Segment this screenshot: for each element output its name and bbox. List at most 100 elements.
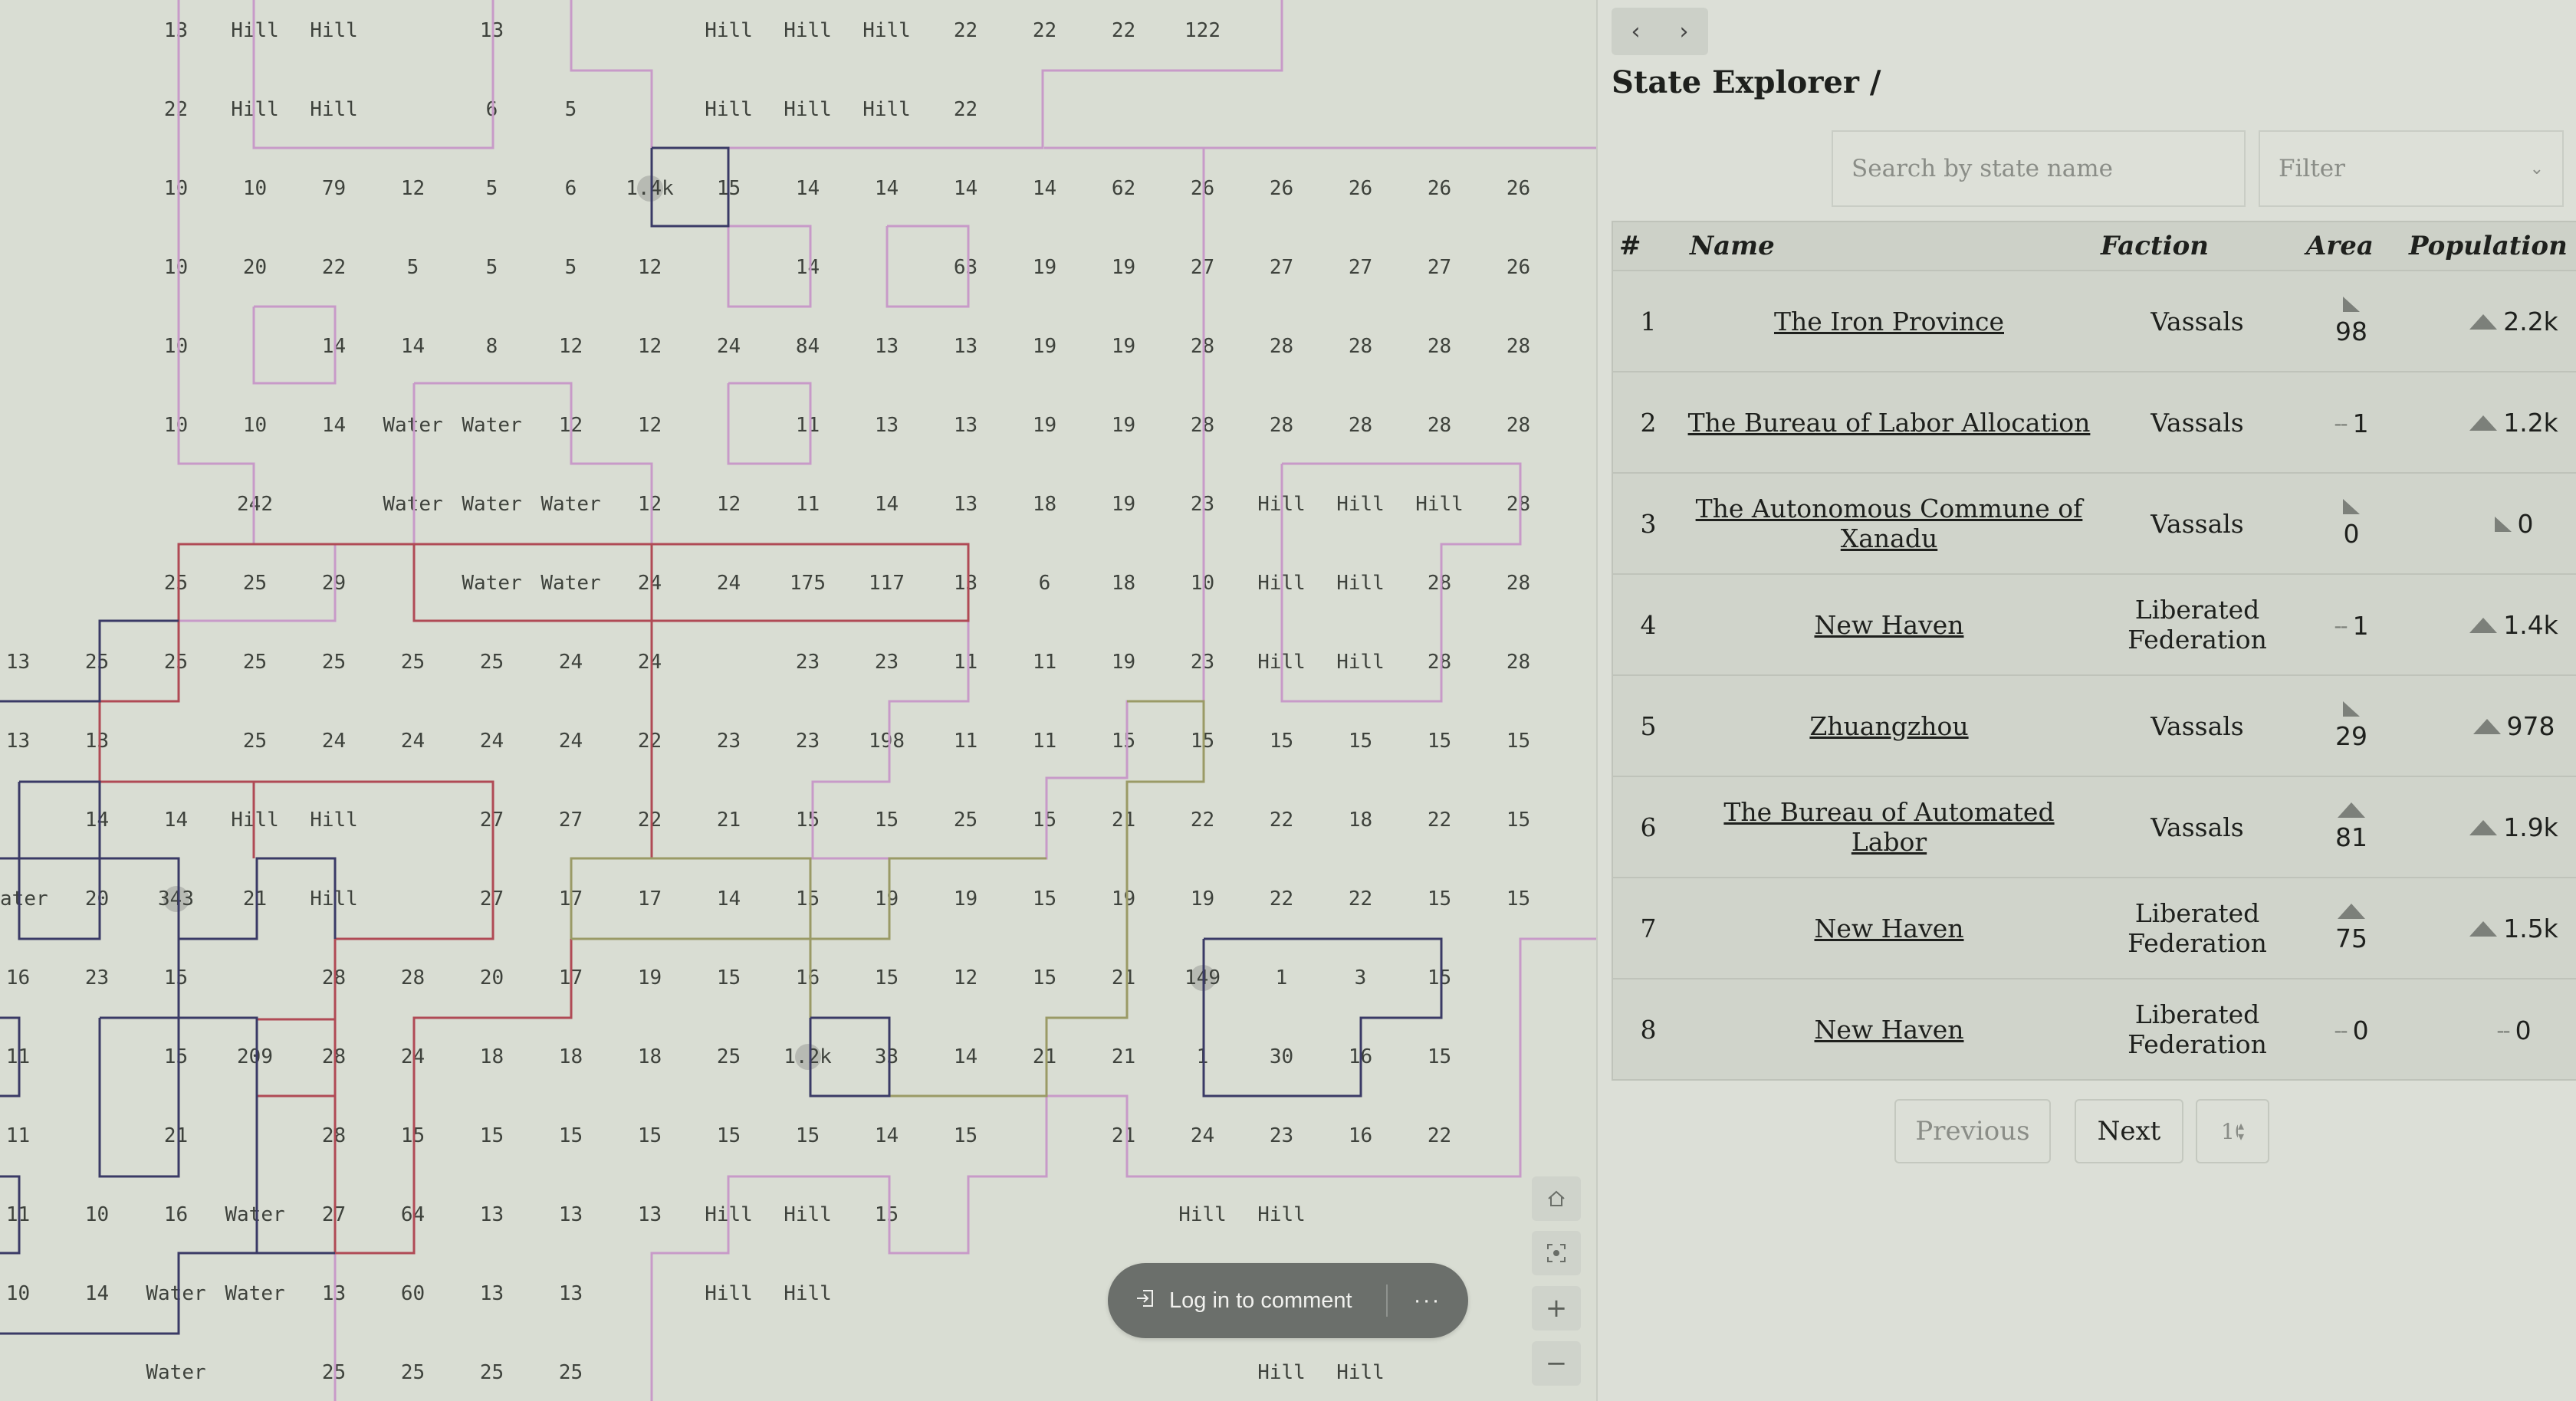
map-tile[interactable]: 18 <box>1084 543 1163 622</box>
map-tile[interactable]: 23 <box>689 701 768 780</box>
map-tile[interactable]: 15 <box>847 1175 926 1254</box>
map-tile[interactable]: 15 <box>610 1096 689 1175</box>
map-tile[interactable]: 14 <box>768 149 847 228</box>
map-tile[interactable]: 15 <box>1163 701 1242 780</box>
search-input[interactable] <box>1832 130 2246 207</box>
map-tile[interactable]: 10 <box>1163 543 1242 622</box>
map-tile[interactable]: 175 <box>768 543 847 622</box>
map-tile[interactable]: 13 <box>926 543 1005 622</box>
map-tile[interactable]: 22 <box>610 701 689 780</box>
map-tile[interactable]: 13 <box>0 622 58 701</box>
map-tile[interactable]: 10 <box>58 1175 136 1254</box>
map-tile[interactable]: 1.4k <box>610 149 689 228</box>
map-tile[interactable]: 11 <box>0 1017 58 1096</box>
state-name-link[interactable]: The Autonomous Commune of Xanadu <box>1696 494 2083 553</box>
map-tile[interactable]: 12 <box>610 307 689 386</box>
map-tile[interactable]: 15 <box>689 149 768 228</box>
map-tile[interactable]: 16 <box>136 1175 215 1254</box>
map-view[interactable]: 13 Hill Hill 13 Hill Hill Hill 22 22 22 122 22 Hill H… <box>0 0 1596 1401</box>
map-tile[interactable]: Hill <box>768 1175 847 1254</box>
map-tile[interactable]: 28 <box>1400 307 1479 386</box>
map-tile[interactable]: 22 <box>1400 780 1479 859</box>
map-tile[interactable]: 19 <box>1084 228 1163 307</box>
home-icon[interactable] <box>1532 1176 1581 1221</box>
map-tile[interactable]: 122 <box>1163 0 1242 70</box>
map-tile[interactable]: 25 <box>452 622 531 701</box>
map-tile[interactable]: 6 <box>531 149 610 228</box>
map-tile[interactable]: 28 <box>294 938 373 1017</box>
table-row[interactable]: 4 New Haven Liberated Federation -- 1 1.4k <box>1612 573 2576 675</box>
map-tile[interactable]: 343 <box>136 859 215 938</box>
map-tile[interactable]: Hill <box>1242 622 1321 701</box>
map-tile[interactable]: Hill <box>1321 622 1400 701</box>
map-tile[interactable]: Hill <box>689 70 768 149</box>
map-tile[interactable]: 22 <box>1321 859 1400 938</box>
map-tile[interactable]: 24 <box>689 543 768 622</box>
map-tile[interactable]: 28 <box>1479 386 1558 464</box>
map-tile[interactable]: 15 <box>531 1096 610 1175</box>
map-tile[interactable]: 27 <box>452 780 531 859</box>
map-tile[interactable]: 25 <box>452 1333 531 1401</box>
map-tile[interactable]: 10 <box>136 228 215 307</box>
zoom-in-button[interactable]: + <box>1532 1286 1581 1330</box>
map-tile[interactable]: 21 <box>1084 1017 1163 1096</box>
map-tile[interactable]: 21 <box>1005 1017 1084 1096</box>
map-tile[interactable]: 10 <box>215 386 294 464</box>
map-tile[interactable]: 5 <box>452 149 531 228</box>
map-tile[interactable]: 15 <box>1479 859 1558 938</box>
map-tile[interactable]: 20 <box>452 938 531 1017</box>
map-tile[interactable]: 10 <box>215 149 294 228</box>
map-tile[interactable]: 5 <box>373 228 452 307</box>
map-tile[interactable]: Water <box>531 543 610 622</box>
map-tile[interactable]: 5 <box>452 228 531 307</box>
map-tile[interactable]: 19 <box>926 859 1005 938</box>
map-tile[interactable]: 19 <box>847 859 926 938</box>
map-tile[interactable]: 13 <box>610 1175 689 1254</box>
map-tile[interactable]: 11 <box>768 386 847 464</box>
map-tile[interactable]: 17 <box>531 859 610 938</box>
map-tile[interactable]: 11 <box>0 1175 58 1254</box>
map-tile[interactable]: 18 <box>610 1017 689 1096</box>
map-tile[interactable]: 20 <box>215 228 294 307</box>
map-tile[interactable]: 84 <box>768 307 847 386</box>
map-tile[interactable]: 13 <box>0 701 58 780</box>
map-tile[interactable]: 19 <box>1084 859 1163 938</box>
table-row[interactable]: 2 The Bureau of Labor Allocation Vassals --… <box>1612 371 2576 473</box>
map-tile[interactable]: 21 <box>215 859 294 938</box>
map-tile[interactable]: 17 <box>531 938 610 1017</box>
map-tile[interactable]: Water <box>215 1175 294 1254</box>
map-tile[interactable]: 22 <box>1005 0 1084 70</box>
map-tile[interactable]: 26 <box>1400 149 1479 228</box>
map-tile[interactable]: 12 <box>531 386 610 464</box>
map-tile[interactable]: 21 <box>1084 1096 1163 1175</box>
map-tile[interactable]: 28 <box>1242 307 1321 386</box>
map-tile[interactable]: 15 <box>136 1017 215 1096</box>
map-tile[interactable]: 24 <box>689 307 768 386</box>
map-tile[interactable]: 14 <box>926 1017 1005 1096</box>
map-tile[interactable]: 19 <box>1084 622 1163 701</box>
map-tile[interactable]: Hill <box>215 780 294 859</box>
map-tile[interactable]: 28 <box>1479 464 1558 543</box>
map-tile[interactable]: 10 <box>0 1254 58 1333</box>
col-num[interactable]: # <box>1612 221 1684 271</box>
map-tile[interactable]: Water <box>373 464 452 543</box>
map-tile[interactable]: 24 <box>294 701 373 780</box>
map-tile[interactable]: 5 <box>531 70 610 149</box>
next-button[interactable]: Next <box>2075 1099 2183 1163</box>
state-name-link[interactable]: The Bureau of Labor Allocation <box>1688 408 2091 438</box>
map-tile[interactable]: 11 <box>1005 622 1084 701</box>
state-name-link[interactable]: Zhuangzhou <box>1809 711 1968 741</box>
map-tile[interactable]: 15 <box>689 938 768 1017</box>
map-tile[interactable]: 13 <box>926 386 1005 464</box>
map-tile[interactable]: 24 <box>452 701 531 780</box>
map-tile[interactable]: 20 <box>58 859 136 938</box>
map-tile[interactable]: 15 <box>1400 859 1479 938</box>
map-tile[interactable]: 28 <box>294 1096 373 1175</box>
map-tile[interactable]: 15 <box>373 1096 452 1175</box>
map-tile[interactable]: Hill <box>1242 1333 1321 1401</box>
map-tile[interactable]: 28 <box>1400 543 1479 622</box>
map-tile[interactable]: 14 <box>689 859 768 938</box>
map-tile[interactable]: 19 <box>1084 386 1163 464</box>
map-tile[interactable]: 14 <box>373 307 452 386</box>
map-tile[interactable]: Hill <box>1321 1333 1400 1401</box>
